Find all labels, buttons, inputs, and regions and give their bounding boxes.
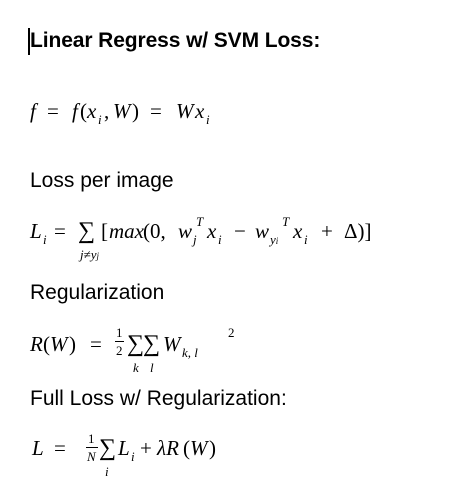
page-title: Linear Regress w/ SVM Loss: (30, 29, 321, 52)
heading-regularization: Regularization (30, 281, 165, 304)
equation-regularization: R ( W ) = 1 2 ∑ ∑ k l W k, l 2 (30, 325, 235, 375)
equation-f: f = f ( x i , W ) = W x i (30, 99, 210, 127)
equation-full-loss: L = 1 N ∑ i L i + λR ( W ) (32, 431, 216, 479)
heading-loss-per-image: Loss per image (30, 169, 174, 192)
equation-loss: L i = ∑ j≠yj [ max (0, w j T x i − w yi … (30, 214, 372, 262)
heading-full-loss: Full Loss w/ Regularization: (30, 387, 287, 410)
